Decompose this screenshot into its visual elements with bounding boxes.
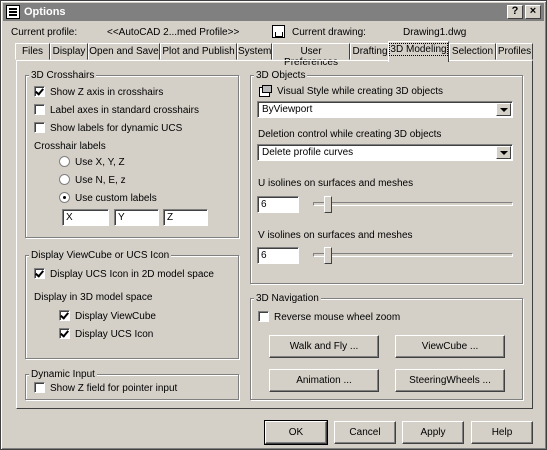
show-z-axis-label: Show Z axis in crosshairs xyxy=(50,87,164,98)
custom-z-input[interactable] xyxy=(163,209,208,226)
display-viewcube-label: Display ViewCube xyxy=(75,311,156,322)
visual-style-select[interactable]: ByViewport xyxy=(257,101,513,118)
tab-user-preferences[interactable]: User Preferences xyxy=(272,43,350,68)
tab-system[interactable]: System xyxy=(237,43,272,60)
deletion-control-label: Deletion control while creating 3D objec… xyxy=(258,129,442,140)
current-drawing-label: Current drawing: xyxy=(292,27,366,38)
visual-style-label: Visual Style while creating 3D objects xyxy=(277,86,444,97)
reverse-wheel-label: Reverse mouse wheel zoom xyxy=(274,312,401,323)
current-profile-label: Current profile: xyxy=(11,27,78,38)
use-custom-labels-label: Use custom labels xyxy=(75,193,157,204)
u-isolines-slider-thumb[interactable] xyxy=(324,196,332,213)
crosshair-labels-title: Crosshair labels xyxy=(34,141,106,152)
walk-and-fly-button[interactable]: Walk and Fly ... xyxy=(269,335,379,358)
tab-selection[interactable]: Selection xyxy=(449,43,496,60)
options-dialog: Options ? × Current profile: <<AutoCAD 2… xyxy=(0,0,547,450)
v-isolines-slider[interactable] xyxy=(313,253,513,257)
use-xyz-label: Use X, Y, Z xyxy=(75,157,125,168)
steeringwheels-button[interactable]: SteeringWheels ... xyxy=(395,369,505,392)
use-nez-radio[interactable] xyxy=(59,174,70,185)
tab-profiles[interactable]: Profiles xyxy=(496,43,533,60)
u-isolines-input[interactable] xyxy=(257,196,299,213)
group-title-3d-navigation: 3D Navigation xyxy=(254,293,321,304)
apply-button[interactable]: Apply xyxy=(402,421,464,444)
chevron-down-icon[interactable] xyxy=(496,146,511,159)
v-isolines-input[interactable] xyxy=(257,247,299,264)
show-labels-ucs-checkbox[interactable] xyxy=(34,122,45,133)
visual-style-icon xyxy=(258,85,272,97)
group-title-3d-crosshairs: 3D Crosshairs xyxy=(29,70,97,81)
help-button[interactable]: Help xyxy=(471,421,533,444)
tab-drafting[interactable]: Drafting xyxy=(350,43,390,60)
deletion-control-value: Delete profile curves xyxy=(262,147,354,158)
drawing-icon xyxy=(272,25,285,38)
display-ucs-icon-checkbox[interactable] xyxy=(59,328,70,339)
animation-button[interactable]: Animation ... xyxy=(269,369,379,392)
help-title-button[interactable]: ? xyxy=(507,5,523,19)
ucs-icon-2d-checkbox[interactable] xyxy=(34,268,45,279)
model-space-title: Display in 3D model space xyxy=(34,292,153,303)
use-custom-labels-radio[interactable] xyxy=(59,192,70,203)
chevron-down-icon[interactable] xyxy=(496,103,511,116)
group-title-3d-objects: 3D Objects xyxy=(254,70,308,81)
viewcube-button[interactable]: ViewCube ... xyxy=(395,335,505,358)
group-title-dynamic-input: Dynamic Input xyxy=(29,369,97,380)
tab-display[interactable]: Display xyxy=(50,43,88,60)
current-profile-value: <<AutoCAD 2...med Profile>> xyxy=(107,27,240,38)
use-xyz-radio[interactable] xyxy=(59,156,70,167)
cancel-button[interactable]: Cancel xyxy=(334,421,396,444)
tab-open-and-save[interactable]: Open and Save xyxy=(88,43,160,60)
visual-style-value: ByViewport xyxy=(262,104,313,115)
label-axes-label: Label axes in standard crosshairs xyxy=(50,105,199,116)
deletion-control-select[interactable]: Delete profile curves xyxy=(257,144,513,161)
v-isolines-label: V isolines on surfaces and meshes xyxy=(258,230,413,241)
title-bar[interactable]: Options ? × xyxy=(3,3,544,21)
u-isolines-label: U isolines on surfaces and meshes xyxy=(258,178,414,189)
show-labels-ucs-label: Show labels for dynamic UCS xyxy=(50,123,183,134)
current-drawing-value: Drawing1.dwg xyxy=(403,27,467,38)
tab-files[interactable]: Files xyxy=(15,43,50,60)
u-isolines-slider[interactable] xyxy=(313,202,513,206)
label-axes-checkbox[interactable] xyxy=(34,104,45,115)
close-icon[interactable]: × xyxy=(525,5,541,19)
show-z-axis-checkbox[interactable] xyxy=(34,86,45,97)
display-viewcube-checkbox[interactable] xyxy=(59,310,70,321)
tab-plot-and-publish[interactable]: Plot and Publish xyxy=(160,43,237,60)
display-ucs-icon-label: Display UCS Icon xyxy=(75,329,154,340)
ucs-icon-2d-label: Display UCS Icon in 2D model space xyxy=(50,269,214,280)
app-icon xyxy=(6,5,20,19)
custom-y-input[interactable] xyxy=(114,209,159,226)
custom-x-input[interactable] xyxy=(62,209,109,226)
v-isolines-slider-thumb[interactable] xyxy=(324,247,332,264)
use-nez-label: Use N, E, z xyxy=(75,175,126,186)
tab-3d-modeling[interactable]: 3D Modeling xyxy=(388,41,449,62)
reverse-wheel-checkbox[interactable] xyxy=(258,311,269,322)
ok-button[interactable]: OK xyxy=(264,420,328,445)
show-z-field-label: Show Z field for pointer input xyxy=(50,383,178,394)
window-title: Options xyxy=(24,6,66,18)
group-title-viewcube-ucs: Display ViewCube or UCS Icon xyxy=(29,250,172,261)
show-z-field-checkbox[interactable] xyxy=(34,382,45,393)
